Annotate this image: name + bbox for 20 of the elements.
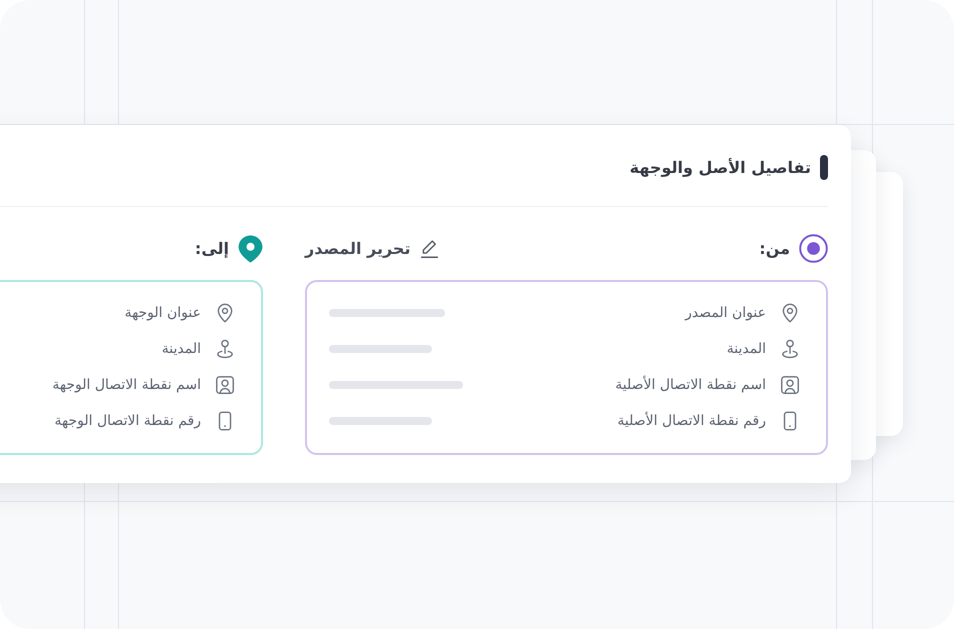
section-title: تفاصيل الأصل والوجهة <box>630 158 811 178</box>
field-label: عنوان الوجهة <box>124 304 201 322</box>
field-label: اسم نقطة الاتصال الوجهة <box>52 376 201 394</box>
location-marker-icon <box>214 338 236 360</box>
user-card-icon <box>214 374 236 396</box>
pencil-icon <box>419 238 440 259</box>
panel-label: إلى: <box>194 238 229 258</box>
field-label: رقم نقطة الاتصال الأصلية <box>617 412 766 430</box>
field-label: اسم نقطة الاتصال الأصلية <box>615 376 766 394</box>
map-pin-icon <box>238 234 263 262</box>
field-label: رقم نقطة الاتصال الوجهة <box>54 412 201 430</box>
edit-source-link[interactable]: تحرير المصدر <box>305 238 440 259</box>
panel-label: من: <box>759 238 790 258</box>
title-accent-bar <box>820 155 828 180</box>
location-marker-icon <box>779 338 801 360</box>
radio-dot-icon <box>799 234 828 263</box>
field-label: المدينة <box>726 340 766 358</box>
field-label: عنوان المصدر <box>685 304 766 322</box>
user-card-icon <box>779 374 801 396</box>
field-label: المدينة <box>162 340 201 358</box>
